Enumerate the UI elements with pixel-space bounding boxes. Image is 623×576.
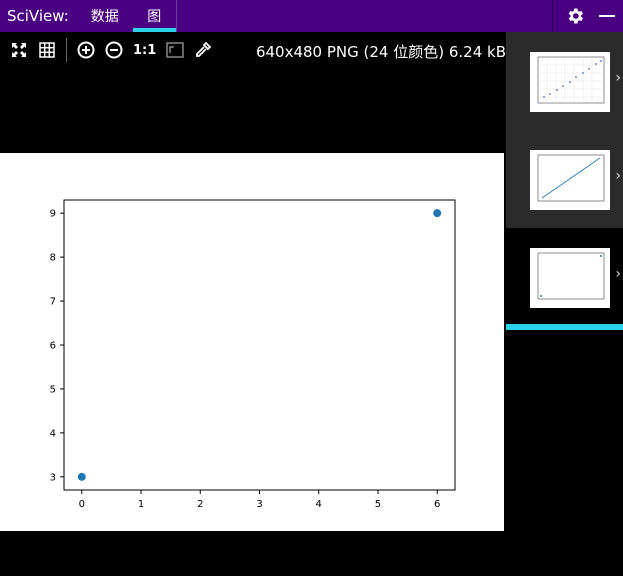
divider: [552, 0, 553, 32]
thumbnail-panel: › › ›: [506, 32, 623, 576]
tab-image[interactable]: 图: [132, 0, 177, 32]
y-tick-label: 9: [50, 209, 56, 220]
image-viewer: 0 1 2 3 4 5 6 3 4 5 6 7 8 9: [0, 153, 504, 531]
data-point: [433, 209, 442, 218]
plot-frame: [63, 199, 456, 491]
x-tick-label: 6: [434, 499, 440, 510]
toolbar-divider: [66, 38, 67, 62]
zoom-in-icon[interactable]: [77, 41, 95, 59]
grid-icon[interactable]: [38, 41, 56, 59]
chevron-right-icon: ›: [615, 168, 621, 184]
x-tick-label: 4: [316, 499, 322, 510]
x-tick-label: 0: [79, 499, 85, 510]
background-icon[interactable]: [166, 41, 185, 59]
actual-size-button[interactable]: 1:1: [133, 43, 156, 58]
image-toolbar: 1:1 640x480 PNG (24 位颜色) 6.24 kB: [0, 32, 506, 68]
thumbnail-2[interactable]: ›: [506, 130, 623, 228]
x-tick-label: 2: [197, 499, 203, 510]
app-title: SciView:: [7, 7, 69, 25]
data-point: [77, 472, 86, 481]
chevron-right-icon: ›: [615, 70, 621, 86]
gear-icon[interactable]: [565, 6, 585, 26]
tab-data[interactable]: 数据: [83, 0, 127, 32]
color-picker-icon[interactable]: [194, 41, 212, 59]
x-tick-label: 1: [138, 499, 144, 510]
scatter-chart: 0 1 2 3 4 5 6 3 4 5 6 7 8 9: [50, 199, 456, 510]
thumbnail-1[interactable]: ›: [506, 32, 623, 130]
zoom-out-icon[interactable]: [105, 41, 123, 59]
y-tick-label: 4: [50, 428, 56, 439]
y-tick-label: 8: [50, 253, 56, 264]
y-tick-label: 5: [50, 384, 56, 395]
fit-icon[interactable]: [10, 41, 28, 59]
top-bar: SciView: 数据 图: [0, 0, 623, 32]
minimize-icon[interactable]: [599, 15, 615, 17]
thumbnail-1-image: [530, 52, 610, 112]
selected-thumbnail-indicator: [506, 324, 623, 330]
x-tick-label: 3: [256, 499, 262, 510]
thumbnail-2-image: [530, 150, 610, 210]
y-tick-label: 3: [50, 472, 56, 483]
thumbnail-3[interactable]: ›: [506, 228, 623, 326]
y-tick-label: 6: [50, 341, 56, 352]
thumbnail-3-image: [530, 248, 610, 308]
image-info: 640x480 PNG (24 位颜色) 6.24 kB: [255, 43, 506, 61]
tab-data-label: 数据: [90, 9, 119, 25]
chevron-right-icon: ›: [615, 266, 621, 282]
x-tick-label: 5: [375, 499, 381, 510]
y-tick-label: 7: [50, 297, 56, 308]
tab-image-label: 图: [147, 9, 162, 25]
